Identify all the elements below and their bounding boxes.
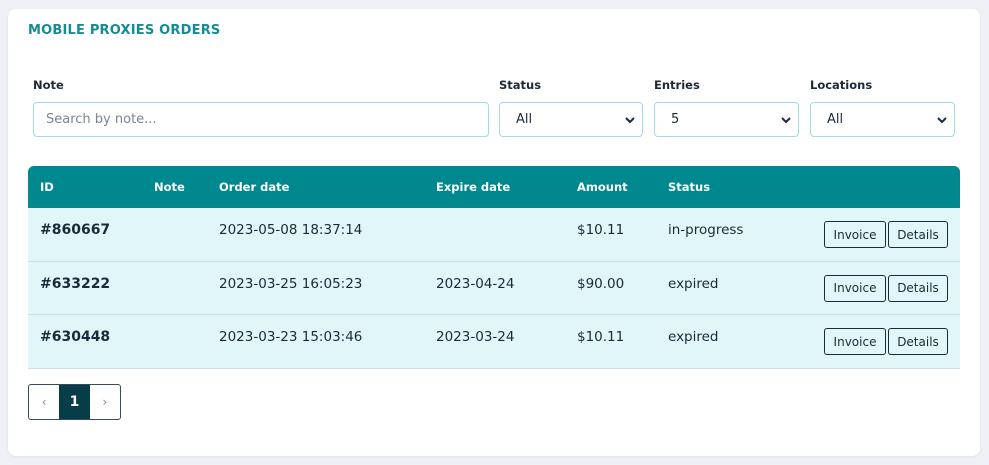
order-date: 2023-03-23 15:03:46: [219, 329, 363, 345]
order-status: expired: [668, 275, 719, 292]
note-filter-label: Note: [33, 78, 64, 92]
orders-table: ID Note Order date Expire date Amount St…: [28, 166, 960, 369]
order-id[interactable]: #630448: [40, 329, 110, 345]
pagination-prev-button[interactable]: ‹: [29, 385, 59, 419]
order-date: 2023-03-25 16:05:23: [219, 275, 363, 292]
details-button[interactable]: Details: [888, 328, 948, 355]
entries-filter-label: Entries: [654, 78, 700, 92]
chevron-down-icon: [625, 117, 635, 124]
order-amount: $90.00: [577, 275, 625, 292]
order-status: in-progress: [668, 222, 744, 238]
entries-select-value: 5: [671, 112, 680, 127]
page-title: MOBILE PROXIES ORDERS: [28, 23, 221, 38]
order-date: 2023-05-08 18:37:14: [219, 222, 363, 238]
details-button[interactable]: Details: [888, 221, 948, 248]
column-header-order-date: Order date: [219, 180, 290, 194]
invoice-button[interactable]: Invoice: [824, 328, 886, 355]
invoice-button[interactable]: Invoice: [824, 221, 886, 248]
order-id[interactable]: #860667: [40, 222, 110, 238]
pagination-next-button[interactable]: ›: [90, 385, 120, 419]
table-row: #630448 2023-03-23 15:03:46 2023-03-24 $…: [28, 315, 960, 369]
column-header-expire-date: Expire date: [436, 180, 511, 194]
order-id[interactable]: #633222: [40, 276, 110, 292]
pagination: ‹ 1 ›: [28, 384, 121, 420]
column-header-id: ID: [40, 180, 54, 194]
locations-filter-label: Locations: [810, 78, 873, 92]
chevron-down-icon: [937, 117, 947, 124]
locations-select[interactable]: All: [810, 102, 955, 137]
orders-card: MOBILE PROXIES ORDERS Note Status All En…: [8, 9, 980, 456]
pagination-page-button[interactable]: 1: [59, 385, 90, 419]
status-select-value: All: [516, 112, 533, 127]
details-button[interactable]: Details: [888, 274, 948, 302]
order-amount: $10.11: [577, 329, 625, 345]
chevron-down-icon: [781, 117, 791, 124]
order-amount: $10.11: [577, 222, 625, 238]
status-filter-label: Status: [499, 78, 542, 92]
table-header: ID Note Order date Expire date Amount St…: [28, 166, 960, 208]
table-row: #860667 2023-05-08 18:37:14 $10.11 in-pr…: [28, 208, 960, 262]
expire-date: 2023-04-24: [436, 275, 515, 292]
order-status: expired: [668, 329, 719, 345]
note-search-input[interactable]: [33, 102, 489, 137]
table-row: #633222 2023-03-25 16:05:23 2023-04-24 $…: [28, 261, 960, 315]
invoice-button[interactable]: Invoice: [824, 274, 886, 302]
column-header-amount: Amount: [577, 180, 628, 194]
column-header-status: Status: [668, 180, 711, 194]
status-select[interactable]: All: [499, 102, 643, 137]
column-header-note: Note: [154, 180, 185, 194]
expire-date: 2023-03-24: [436, 329, 515, 345]
locations-select-value: All: [827, 112, 844, 127]
entries-select[interactable]: 5: [654, 102, 799, 137]
